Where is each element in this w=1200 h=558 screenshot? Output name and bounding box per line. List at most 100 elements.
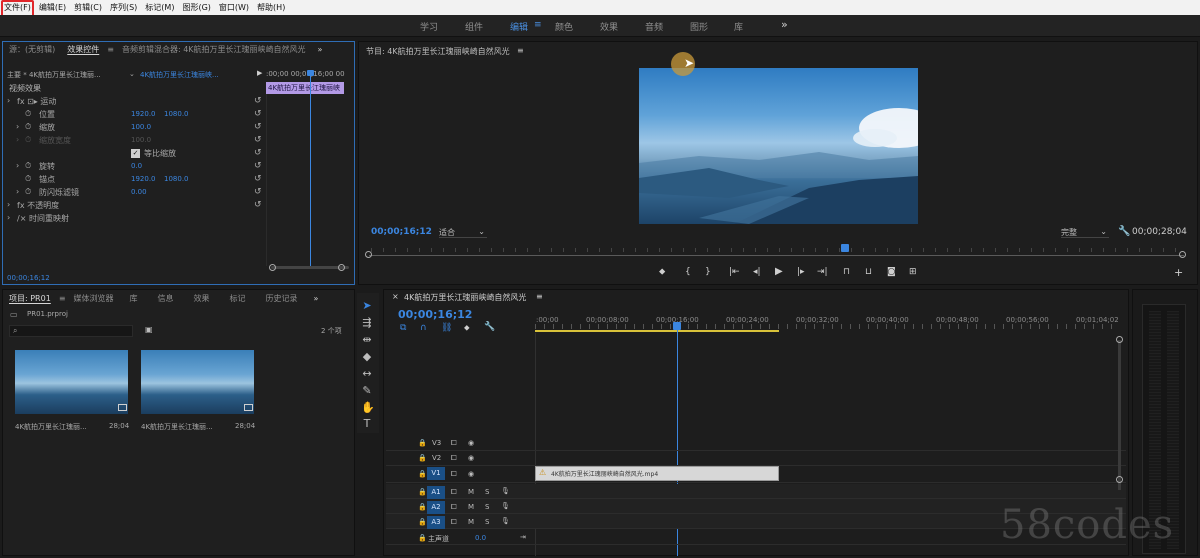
effect-row-scale[interactable]: › ⏱ 缩放 100.0 ↺ [3,122,268,134]
clip-selector[interactable]: 4K航拍万里长江瑰丽峡... [140,70,219,80]
mute-button[interactable]: M [468,488,474,496]
reset-icon[interactable]: ↺ [254,148,262,158]
program-video-frame[interactable] [639,68,918,224]
lift-icon[interactable]: ⊓ [843,267,850,277]
snap-icon[interactable]: ∩ [420,323,427,333]
workspace-editing[interactable]: 编辑 [510,20,528,33]
stopwatch-icon[interactable]: ⏱ [25,174,31,184]
chevron-down-icon[interactable]: ⌄ [129,70,135,78]
panel-overflow-icon[interactable]: » [312,45,329,54]
anchor-y-value[interactable]: 1080.0 [164,175,189,183]
step-forward-icon[interactable]: |▸ [797,267,805,277]
tab-media-browser[interactable]: 媒体浏览器 [68,293,120,304]
stopwatch-icon[interactable]: ⏱ [25,187,31,197]
sync-lock-icon[interactable]: ⧠ [451,454,457,463]
effect-row-opacity[interactable]: › fx 不透明度 ↺ [3,200,268,212]
mute-button[interactable]: M [468,518,474,526]
sequence-tab[interactable]: 4K航拍万里长江瑰丽峡崎自然风光 [404,292,526,303]
add-marker-icon[interactable]: ⬥ [659,267,665,277]
pen-tool-icon[interactable]: ✎ [361,384,373,397]
sync-lock-icon[interactable]: ⧠ [451,518,457,527]
track-label-v3[interactable]: V3 [432,439,441,447]
timeline-menu-icon[interactable]: ≡ [536,292,543,301]
microphone-icon[interactable]: 🎙 [501,517,510,525]
panel-overflow-icon[interactable]: » [308,294,325,303]
play-clip-icon[interactable]: ▶ [257,69,262,77]
tab-markers[interactable]: 标记 [220,293,256,304]
sync-lock-icon[interactable]: ⧠ [451,503,457,512]
stopwatch-icon[interactable]: ⏱ [25,109,31,119]
project-item[interactable]: 4K航拍万里长江瑰丽... 28;04 [141,350,256,438]
menu-graphics[interactable]: 图形(G) [178,2,214,13]
track-label-a1[interactable]: A1 [427,486,445,499]
menu-sequence[interactable]: 序列(S) [106,2,141,13]
scrub-handle-right[interactable] [1179,251,1186,258]
camera-icon[interactable]: ◙ [887,267,896,277]
slip-tool-icon[interactable]: ↔ [361,367,373,380]
sync-lock-icon[interactable]: ⧠ [451,488,457,497]
ripple-edit-tool-icon[interactable]: ⇹ [361,333,373,346]
menu-marker[interactable]: 标记(M) [141,2,178,13]
timeline-ruler-ticks[interactable] [535,324,1115,329]
track-select-tool-icon[interactable]: ⇶ [361,316,373,329]
program-menu-icon[interactable]: ≡ [517,46,524,55]
tab-audio-clip-mixer[interactable]: 音频剪辑混合器: 4K航拍万里长江瑰丽峡崎自然风光 [116,44,312,55]
lock-icon[interactable]: 🔒 [418,503,427,511]
scroll-handle-right[interactable] [338,264,345,271]
type-tool-icon[interactable]: T [361,417,373,430]
scroll-handle-bottom[interactable] [1116,476,1123,483]
effect-playhead[interactable] [310,72,311,267]
tab-effects[interactable]: 效果 [184,293,220,304]
scroll-handle-top[interactable] [1116,336,1123,343]
effect-row-rotation[interactable]: › ⏱ 旋转 0.0 ↺ [3,161,268,173]
mark-out-icon[interactable]: } [705,267,711,277]
rotation-value[interactable]: 0.0 [131,162,142,170]
wrench-icon[interactable]: 🔧 [1118,226,1130,237]
project-search-input[interactable]: ⌕ [9,325,133,337]
play-icon[interactable]: ▶ [775,266,783,277]
timeline-timecode[interactable]: 00;00;16;12 [398,308,472,321]
workspace-menu-icon[interactable]: ≡ [534,20,542,30]
fit-dropdown[interactable]: 适合 ⌄ [439,227,487,238]
master-volume-value[interactable]: 0.0 [475,534,486,542]
position-y-value[interactable]: 1080.0 [164,110,189,118]
effect-playhead-handle[interactable] [307,70,314,76]
clip-thumbnail[interactable] [141,350,254,414]
solo-button[interactable]: S [485,518,489,526]
workspace-audio[interactable]: 音频 [645,20,663,33]
reset-icon[interactable]: ↺ [254,96,262,106]
scale-value[interactable]: 100.0 [131,123,151,131]
workspace-overflow-icon[interactable]: » [781,18,788,31]
anchor-x-value[interactable]: 1920.0 [131,175,156,183]
selection-tool-icon[interactable]: ➤ [361,299,373,312]
menu-help[interactable]: 帮助(H) [253,2,289,13]
step-back-icon[interactable]: ◂| [753,267,761,277]
razor-tool-icon[interactable]: ◆ [361,350,373,363]
sync-lock-icon[interactable]: ⧠ [451,470,457,479]
solo-button[interactable]: S [485,503,489,511]
timeline-playhead-handle[interactable] [673,322,681,330]
project-item[interactable]: 4K航拍万里长江瑰丽... 28;04 [15,350,130,438]
add-button-icon[interactable]: + [1174,266,1183,279]
track-label-a2[interactable]: A2 [427,501,445,514]
master-clip-label[interactable]: 主要 * 4K航拍万里长江瑰丽... [7,70,101,80]
reset-icon[interactable]: ↺ [254,135,262,145]
workspace-libraries[interactable]: 库 [734,20,743,33]
reset-icon[interactable]: ↺ [254,200,262,210]
effect-row-anti-flicker[interactable]: › ⏱ 防闪烁滤镜 0.00 ↺ [3,187,268,199]
uniform-scale-checkbox[interactable]: ✓ [131,149,140,158]
workspace-assembly[interactable]: 组件 [465,20,483,33]
workspace-graphics[interactable]: 图形 [690,20,708,33]
workspace-color[interactable]: 颜色 [555,20,573,33]
quality-dropdown[interactable]: 完整 ⌄ [1061,227,1109,238]
program-scrub-bar[interactable] [369,255,1184,256]
program-monitor-title[interactable]: 节目: 4K航拍万里长江瑰丽峡崎自然风光 [366,46,510,57]
go-to-end-icon[interactable]: ⇥ [520,533,526,541]
menu-window[interactable]: 窗口(W) [215,2,253,13]
scrub-handle-left[interactable] [365,251,372,258]
workspace-learn[interactable]: 学习 [420,20,438,33]
extract-icon[interactable]: ⊔ [865,267,872,277]
lock-icon[interactable]: 🔒 [418,488,427,496]
menu-edit[interactable]: 编辑(E) [35,2,70,13]
reset-icon[interactable]: ↺ [254,187,262,197]
